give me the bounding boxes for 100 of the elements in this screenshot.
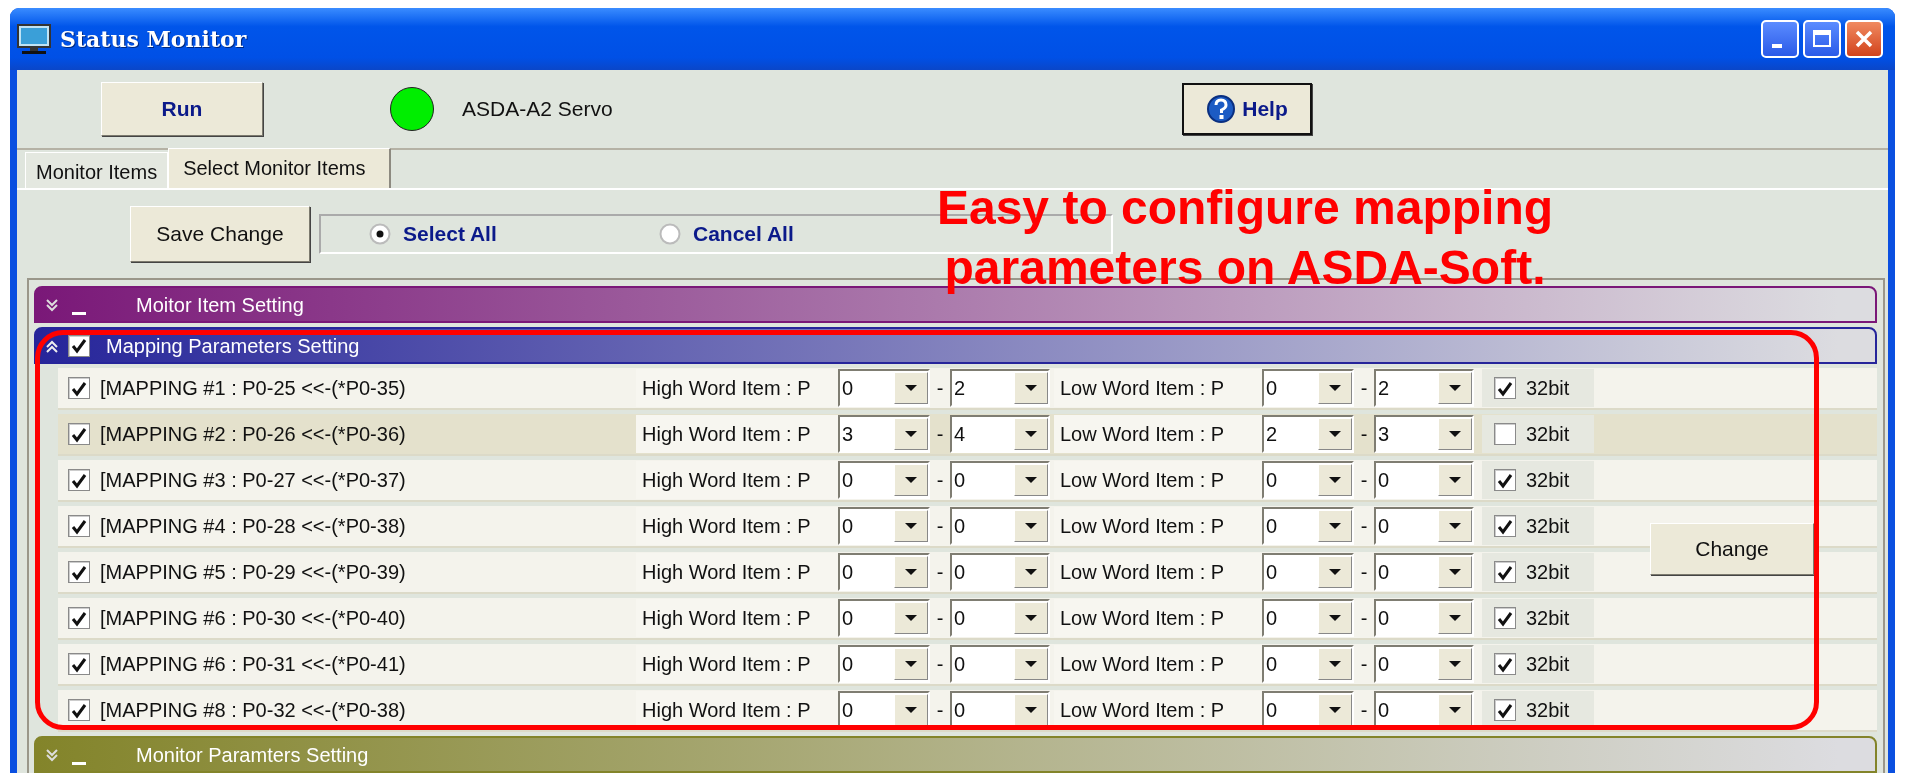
checkbox[interactable]	[68, 653, 90, 675]
close-button[interactable]	[1845, 20, 1883, 58]
dropdown[interactable]: 0	[1374, 553, 1474, 591]
dropdown[interactable]: 0	[838, 645, 930, 683]
checkbox[interactable]	[68, 423, 90, 445]
mapping-label: [MAPPING #1 : P0-25 <<-(*P0-35)	[100, 376, 407, 401]
run-button[interactable]: Run	[101, 81, 263, 136]
checkbox[interactable]	[1494, 561, 1516, 583]
high-word-label: High Word Item : P	[636, 415, 838, 453]
caret-icon	[1448, 568, 1462, 576]
radio-option[interactable]: Select All	[369, 218, 659, 250]
dropdown[interactable]: 0	[950, 553, 1050, 591]
checkbox[interactable]	[1494, 653, 1516, 675]
tab[interactable]: Select Monitor Items	[168, 147, 392, 188]
caret-icon	[1024, 706, 1038, 714]
dropdown[interactable]: 2	[950, 369, 1050, 407]
dash-separator: -	[1359, 514, 1369, 539]
dropdown[interactable]: 0	[838, 553, 930, 591]
mapping-row[interactable]: [MAPPING #1 : P0-25 <<-(*P0-35) High Word Item : P 0 - 2 Low Word Item : P 0 - 2 32bit	[58, 368, 1877, 410]
dropdown[interactable]: 4	[950, 415, 1050, 453]
window-title: Status Monitor	[60, 24, 247, 54]
caret-icon	[1024, 384, 1038, 392]
section-title: Moitor Item Setting	[136, 292, 304, 318]
mapping-row[interactable]: [MAPPING #6 : P0-31 <<-(*P0-41) High Word Item : P 0 - 0 Low Word Item : P 0 - 0 32bit	[58, 644, 1877, 686]
dropdown[interactable]: 0	[1262, 599, 1354, 637]
dash-separator: -	[935, 514, 945, 539]
dash-separator: -	[935, 468, 945, 493]
checkbox[interactable]	[1494, 469, 1516, 491]
mapping-row[interactable]: [MAPPING #6 : P0-30 <<-(*P0-40) High Word Item : P 0 - 0 Low Word Item : P 0 - 0 32bit	[58, 598, 1877, 640]
bit-label: 32bit	[1526, 560, 1570, 585]
checkbox[interactable]	[68, 334, 90, 357]
dropdown[interactable]: 0	[838, 461, 930, 499]
caret-icon	[904, 522, 918, 530]
checkbox[interactable]	[1494, 377, 1516, 399]
caret-icon	[1024, 614, 1038, 622]
high-word-label: High Word Item : P	[636, 553, 838, 591]
dropdown[interactable]: 0	[1262, 553, 1354, 591]
check-icon	[1496, 563, 1514, 581]
dropdown[interactable]: 0	[1262, 507, 1354, 545]
check-icon	[70, 471, 88, 489]
bit-label: 32bit	[1526, 376, 1570, 401]
dropdown[interactable]: 0	[1374, 461, 1474, 499]
dropdown[interactable]: 2	[1374, 369, 1474, 407]
high-word-label: High Word Item : P	[636, 645, 838, 683]
bit-label: 32bit	[1526, 422, 1570, 447]
checkbox[interactable]	[1494, 423, 1516, 445]
checkbox[interactable]	[1494, 699, 1516, 721]
caret-icon	[904, 706, 918, 714]
dropdown[interactable]: 3	[1374, 415, 1474, 453]
low-word-label: Low Word Item : P	[1054, 599, 1262, 637]
dropdown[interactable]: 0	[1262, 645, 1354, 683]
tab[interactable]: Monitor Items	[25, 151, 169, 188]
dropdown[interactable]: 0	[1374, 599, 1474, 637]
checkbox[interactable]	[68, 699, 90, 721]
caret-icon	[1328, 614, 1342, 622]
mapping-label: [MAPPING #5 : P0-29 <<-(*P0-39)	[100, 560, 407, 585]
check-icon	[70, 563, 88, 581]
mapping-row[interactable]: [MAPPING #3 : P0-27 <<-(*P0-37) High Word Item : P 0 - 0 Low Word Item : P 0 - 0 32bit	[58, 460, 1877, 502]
low-word-label: Low Word Item : P	[1054, 415, 1262, 453]
dropdown[interactable]: 0	[838, 507, 930, 545]
dropdown[interactable]: 0	[1374, 645, 1474, 683]
maximize-button[interactable]	[1803, 20, 1841, 58]
check-icon	[70, 701, 88, 719]
mapping-row[interactable]: [MAPPING #2 : P0-26 <<-(*P0-36) High Word Item : P 3 - 4 Low Word Item : P 2 - 3 32bit	[58, 414, 1877, 456]
dropdown[interactable]: 0	[950, 507, 1050, 545]
save-change-button[interactable]: Save Change	[130, 205, 310, 262]
checkbox[interactable]	[68, 377, 90, 399]
check-icon	[1496, 701, 1514, 719]
dropdown[interactable]: 0	[950, 645, 1050, 683]
checkbox[interactable]	[68, 607, 90, 629]
minimize-button[interactable]	[1761, 20, 1799, 58]
checkbox[interactable]	[1494, 515, 1516, 537]
low-word-label: Low Word Item : P	[1054, 553, 1262, 591]
mapping-row[interactable]: [MAPPING #8 : P0-32 <<-(*P0-38) High Word Item : P 0 - 0 Low Word Item : P 0 - 0 32bit	[58, 690, 1877, 732]
caret-icon	[1024, 430, 1038, 438]
caret-icon	[904, 476, 918, 484]
checkbox[interactable]	[1494, 607, 1516, 629]
checkbox[interactable]	[68, 515, 90, 537]
bit-label: 32bit	[1526, 514, 1570, 539]
low-word-label: Low Word Item : P	[1054, 461, 1262, 499]
change-button[interactable]: Change	[1650, 523, 1814, 575]
dropdown[interactable]: 0	[838, 369, 930, 407]
dropdown[interactable]: 0	[1374, 507, 1474, 545]
section-title: Mapping Parameters Setting	[106, 333, 360, 359]
dropdown[interactable]: 0	[838, 599, 930, 637]
dropdown[interactable]: 0	[950, 599, 1050, 637]
high-word-label: High Word Item : P	[636, 369, 838, 407]
dropdown[interactable]: 0	[1262, 369, 1354, 407]
dropdown[interactable]: 2	[1262, 415, 1354, 453]
dropdown[interactable]: 0	[1262, 461, 1354, 499]
checkbox[interactable]	[68, 561, 90, 583]
dropdown[interactable]: 3	[838, 415, 930, 453]
dash-separator: -	[1359, 606, 1369, 631]
caret-icon	[1448, 660, 1462, 668]
dash-separator: -	[935, 422, 945, 447]
check-icon	[1496, 379, 1514, 397]
checkbox[interactable]	[68, 469, 90, 491]
low-word-label: Low Word Item : P	[1054, 507, 1262, 545]
help-button[interactable]: Help	[1182, 82, 1312, 135]
dropdown[interactable]: 0	[950, 461, 1050, 499]
